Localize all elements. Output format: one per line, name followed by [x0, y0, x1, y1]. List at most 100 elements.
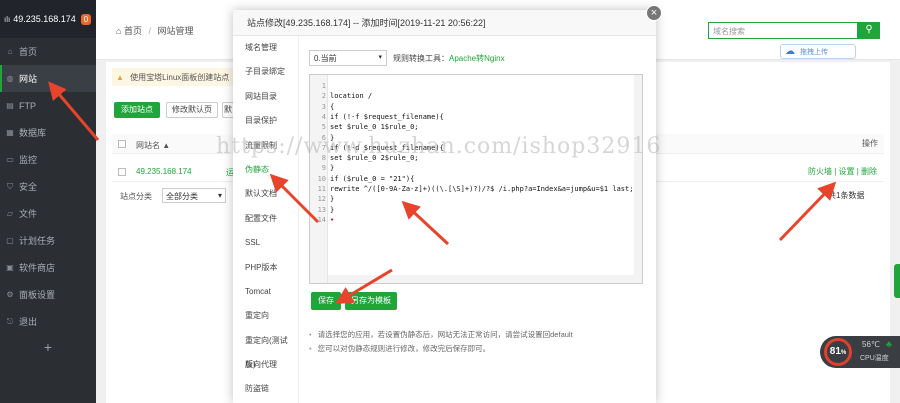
row-checkbox[interactable]	[118, 168, 126, 176]
code-line: 5 set $rule_0 1$rule_0;	[310, 122, 630, 132]
sidebar-item-label: 计划任务	[19, 236, 56, 246]
sidebar-item-8[interactable]: ▣ 软件商店	[0, 254, 96, 281]
logout-icon: ⎋	[6, 316, 14, 326]
rewrite-template-select[interactable]: 0.当前 ▾	[309, 50, 387, 66]
sidebar-item-6[interactable]: ▱ 文件	[0, 200, 96, 227]
sidebar-menu: ⌂ 首页 ◍ 网站 ▤ FTP ▦ 数据库 ▭ 监控 ⛉ 安全 ▱ 文件 ▢ 计划任务 ▣ 软件商店 ⚙ 面板设置 ⎋ 退…	[0, 38, 96, 335]
search-button[interactable]: ⚲	[858, 22, 880, 39]
line-number: 9	[321, 164, 326, 173]
modal-tabs: 域名管理 子目录绑定 网站目录 目录保护 流量限制 伪静态 默认文档 配置文件 SSL PHP版本…	[233, 36, 299, 403]
save-button[interactable]: 保存	[311, 292, 341, 310]
tab-9[interactable]: PHP版本	[233, 256, 298, 280]
sidebar-item-9[interactable]: ⚙ 面板设置	[0, 281, 96, 308]
code-text: }	[330, 164, 335, 173]
sidebar-item-4[interactable]: ▭ 监控	[0, 146, 96, 173]
tab-14[interactable]: 防盗链	[233, 377, 298, 401]
tab-7[interactable]: 配置文件	[233, 207, 298, 231]
side-feedback-tab[interactable]	[894, 264, 900, 298]
sidebar-item-3[interactable]: ▦ 数据库	[0, 119, 96, 146]
tips-list: • 请选择您的应用，若设置伪静态后，网站无法正常访问，请尝试设置回default •…	[309, 328, 573, 356]
watermark: https://www.huzhan.com/ishop32916	[216, 134, 662, 159]
shield-icon: ⛉	[7, 181, 13, 191]
sidebar-item-label: 面板设置	[19, 290, 56, 300]
tab-12[interactable]: 重定向(测试版)	[233, 329, 298, 369]
edit-default-page-button[interactable]: 修改默认页	[166, 102, 218, 118]
search-icon: ⚲	[865, 24, 873, 35]
breadcrumb-separator: /	[148, 26, 151, 36]
cpu-usage-gauge: 81%	[824, 338, 852, 366]
column-site-name[interactable]: 网站名 ▲	[136, 140, 170, 151]
code-line: 4 if (!-f $request_filename){	[310, 112, 630, 122]
tab-3[interactable]: 目录保护	[233, 109, 298, 133]
row-actions[interactable]: 防火墙 | 设置 | 删除	[808, 166, 877, 177]
sidebar-item-label: 退出	[19, 317, 38, 327]
tab-13[interactable]: 反向代理	[233, 353, 298, 377]
tab-11[interactable]: 重定向	[233, 304, 298, 328]
server-ip: 49.235.168.174	[13, 14, 76, 24]
breadcrumb-home[interactable]: 首页	[124, 26, 142, 36]
code-line: 3{	[310, 102, 630, 112]
line-number: 1	[321, 82, 326, 90]
sidebar-item-1[interactable]: ◍ 网站	[0, 65, 96, 92]
sidebar-item-7[interactable]: ▢ 计划任务	[0, 227, 96, 254]
tab-0[interactable]: 域名管理	[233, 36, 298, 60]
select-all-checkbox[interactable]	[118, 140, 126, 148]
drag-upload-button[interactable]: ☁ 拖拽上传	[780, 44, 856, 59]
cpu-usage-value: 81	[829, 346, 841, 357]
tip-item: • 您可以对伪静态规则进行修改，修改完后保存即可。	[309, 342, 573, 356]
code-text: }	[330, 195, 335, 204]
line-number: 14	[317, 215, 326, 224]
breadcrumb: ⌂ 首页 / 网站管理	[116, 24, 194, 37]
sidebar-item-0[interactable]: ⌂ 首页	[0, 38, 96, 65]
cloud-icon: ☁	[785, 46, 795, 57]
tab-10[interactable]: Tomcat	[233, 280, 298, 304]
rule-converter-label: 规则转换工具：	[393, 54, 449, 63]
horizontal-scrollbar[interactable]	[328, 275, 634, 283]
rule-converter: 规则转换工具：Apache转Nginx	[393, 53, 505, 64]
code-text: {	[330, 102, 335, 111]
sidebar-item-label: 软件商店	[19, 263, 56, 273]
sidebar-item-5[interactable]: ⛉ 安全	[0, 173, 96, 200]
database-icon: ▦	[6, 128, 14, 137]
sidebar-item-2[interactable]: ▤ FTP	[0, 92, 96, 119]
bullet-icon: •	[309, 344, 312, 353]
tab-5[interactable]: 伪静态	[233, 158, 298, 182]
cpu-temperature-widget[interactable]: 81% 56℃ CPU温度 ♣	[820, 336, 900, 368]
add-menu-icon[interactable]: +	[0, 339, 96, 355]
rewrite-code-editor[interactable]: 1 2 location /3{4 if (!-f $request_filename…	[309, 74, 643, 284]
add-site-button[interactable]: 添加站点	[114, 102, 160, 118]
sidebar-item-label: 数据库	[19, 128, 47, 138]
warning-text: 使用宝塔Linux面板创建站点	[130, 73, 230, 82]
save-as-template-button[interactable]: 另存为模板	[345, 292, 397, 310]
code-text: }	[330, 205, 335, 214]
line-number: 2	[321, 92, 326, 101]
tab-1[interactable]: 子目录绑定	[233, 60, 298, 84]
pagination-count: 共1条数据	[828, 191, 865, 200]
tab-2[interactable]: 网站目录	[233, 85, 298, 109]
code-text: location /	[330, 92, 373, 101]
domain-search-input[interactable]: 域名搜索	[708, 22, 858, 39]
code-line: 2 location /	[310, 91, 630, 101]
line-number: 3	[321, 102, 326, 111]
close-icon[interactable]: ×	[646, 5, 662, 21]
modal-title: 站点修改[49.235.168.174] -- 添加时间[2019-11-21 …	[233, 10, 656, 36]
apache-to-nginx-link[interactable]: Apache转Nginx	[449, 54, 505, 63]
signal-icon: ılı	[4, 14, 11, 24]
ftp-icon: ▤	[6, 101, 14, 110]
tab-8[interactable]: SSL	[233, 231, 298, 255]
notification-badge[interactable]: 0	[80, 13, 92, 25]
calendar-icon: ▢	[6, 236, 14, 245]
server-ip-header: ılı 49.235.168.174 0	[0, 0, 96, 38]
tab-6[interactable]: 默认文档	[233, 182, 298, 206]
sidebar-item-10[interactable]: ⎋ 退出	[0, 308, 96, 335]
site-name-link[interactable]: 49.235.168.174	[136, 167, 192, 176]
template-value: 0.当前	[314, 54, 337, 63]
category-select[interactable]: 全部分类 ▾	[162, 188, 226, 203]
sidebar-item-label: 文件	[19, 209, 38, 219]
home-crumb-icon[interactable]: ⌂	[116, 26, 121, 36]
sidebar: ılı 49.235.168.174 0 ⌂ 首页 ◍ 网站 ▤ FTP ▦ 数据库 ▭ 监控 ⛉ 安…	[0, 0, 96, 403]
vertical-scrollbar[interactable]	[634, 75, 642, 283]
code-line: 10 if ($rule_0 = "21"){	[310, 174, 630, 184]
code-line: 13}	[310, 205, 630, 215]
column-operations: 操作	[862, 139, 878, 148]
